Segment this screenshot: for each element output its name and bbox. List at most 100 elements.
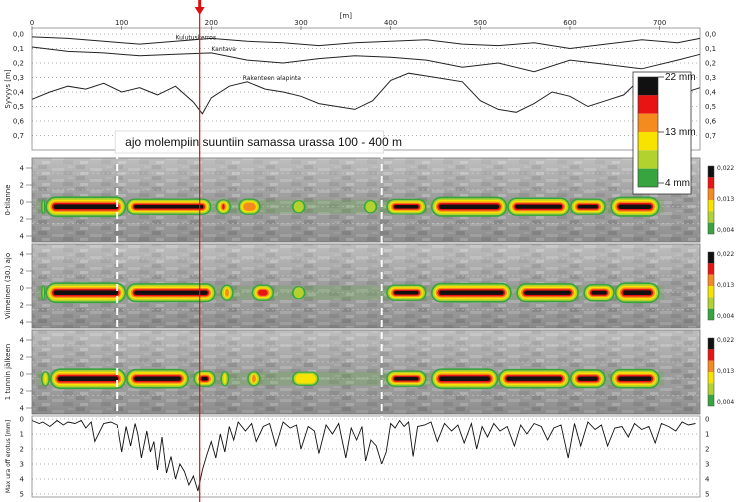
- y-tick-label: 0: [20, 285, 24, 293]
- colorbar-swatch: [708, 252, 714, 264]
- y-tick-label-right: 0,7: [705, 132, 716, 140]
- colorbar-swatch: [708, 383, 714, 395]
- colorbar-swatch: [708, 177, 714, 189]
- heat-mark: [57, 376, 119, 382]
- heat-mark: [618, 204, 652, 209]
- x-tick-label: 500: [474, 19, 487, 27]
- colorbar-swatch: [708, 338, 714, 350]
- y-tick-label: 0: [20, 199, 24, 207]
- heat-mark: [251, 374, 256, 383]
- colorbar-tick-label: 0,022: [717, 251, 734, 258]
- heat-mark: [506, 376, 562, 381]
- y-tick-label: 4: [20, 337, 25, 345]
- y-axis-label: Max ura off erotus [mm]: [5, 420, 12, 493]
- series-label: Kantava: [211, 46, 236, 53]
- colorbar-tick-label: 0,004: [717, 227, 734, 234]
- heat-mark: [591, 290, 607, 295]
- colorbar-tick-label: 0,013: [717, 368, 734, 375]
- rut-panel-frame: [31, 415, 701, 498]
- y-tick-label-right: 0: [705, 416, 709, 424]
- x-tick-label: 300: [294, 19, 307, 27]
- colorbar-tick-label: 0,013: [717, 196, 734, 203]
- y-tick-label-right: 2: [705, 446, 709, 454]
- x-axis-unit: [m]: [340, 12, 353, 20]
- heat-mark: [223, 373, 227, 384]
- y-tick-label-right: 0,1: [705, 45, 716, 53]
- y-tick-label: 4: [20, 165, 25, 173]
- heat-mark: [365, 201, 376, 213]
- legend-swatch: [638, 95, 658, 114]
- y-tick-label-right: 1: [705, 431, 709, 439]
- heat-mark: [42, 200, 44, 214]
- y-tick-label: 0,6: [13, 118, 25, 126]
- colorbar-swatch: [708, 166, 714, 178]
- colorbar-swatch: [708, 394, 714, 406]
- heat-mark: [222, 203, 225, 210]
- y-tick-label: 0: [20, 371, 24, 379]
- colorbar-swatch: [708, 286, 714, 298]
- y-tick-label-right: 0,5: [705, 103, 716, 111]
- heat-mark: [53, 290, 119, 296]
- y-tick-label: 0,4: [13, 89, 25, 97]
- y-tick-label-right: 0,2: [705, 60, 716, 68]
- y-tick-label-right: 5: [705, 491, 709, 499]
- heat-mark: [258, 289, 268, 296]
- chart-root: 0,0 0,0 0,1 0,1 0,2 0,2 0,3 0,3 0,4 0,4 0,5 0,5 0,6 0…: [0, 0, 740, 502]
- y-tick-label: 4: [20, 476, 25, 484]
- heat-mark: [515, 204, 562, 209]
- legend-label: 4 mm: [665, 178, 690, 189]
- heat-mark: [439, 290, 504, 295]
- colorbar-tick-label: 0,004: [717, 313, 734, 320]
- legend-swatch: [638, 168, 658, 187]
- heat-mark: [394, 376, 419, 381]
- y-tick-label: 0,5: [13, 103, 24, 111]
- y-tick-label: 0,2: [13, 60, 24, 68]
- colorbar-swatch: [708, 349, 714, 361]
- heat-mark: [134, 204, 204, 209]
- y-tick-label: 2: [20, 216, 24, 224]
- y-tick-label-right: 0,4: [705, 89, 717, 97]
- y-tick-label: 0: [20, 416, 24, 424]
- y-tick-label: 3: [20, 461, 24, 469]
- y-tick-label: 0,0: [13, 31, 24, 39]
- heat-mark: [295, 373, 316, 384]
- y-tick-label-right: 4: [705, 476, 710, 484]
- y-axis-label: 0-tilanne: [4, 184, 12, 215]
- colorbar-swatch: [708, 263, 714, 275]
- series-label: Kulutuskerros: [175, 34, 216, 41]
- x-tick-label: 400: [384, 19, 397, 27]
- rut-heatmap-panels: 4 2 0 2 4 0-tilanne 0,022 0,013 0,004 4 2 0 2 4 Viimei…: [4, 157, 734, 415]
- legend-swatch: [638, 77, 658, 96]
- heat-mark: [243, 202, 256, 211]
- heat-mark: [577, 376, 598, 381]
- y-tick-label-right: 0,3: [705, 74, 716, 82]
- y-tick-label: 1: [20, 431, 24, 439]
- colorbar-swatch: [708, 372, 714, 384]
- x-axis: 0 100 200 300 400 500 600 700 [m]: [30, 12, 666, 30]
- heat-mark: [439, 376, 491, 382]
- heat-mark: [134, 376, 181, 381]
- colorbar-tick-label: 0,004: [717, 399, 734, 406]
- legend-swatch: [638, 150, 658, 169]
- colorbar-swatch: [708, 200, 714, 212]
- heat-mark: [293, 201, 304, 213]
- heat-mark: [225, 288, 229, 297]
- legend-label: 13 mm: [665, 127, 696, 138]
- series-label: Rakenteen alapinta: [243, 75, 302, 82]
- colorbar-swatch: [708, 297, 714, 309]
- heat-mark: [618, 376, 652, 381]
- y-axis-label: Syvyys [m]: [4, 69, 12, 108]
- chart-svg: 0,0 0,0 0,1 0,1 0,2 0,2 0,3 0,3 0,4 0,4 0,5 0,5 0,6 0…: [4, 0, 734, 502]
- rut-difference-panel: 0 0 1 1 2 2 3 3 4 4 5 5 Max ura off erotus [mm]: [5, 416, 710, 499]
- y-axis-label: Viimeinen (30.) ajo: [4, 253, 12, 319]
- x-tick-label: 700: [653, 19, 666, 27]
- heat-mark: [53, 204, 119, 210]
- x-tick-label: 0: [30, 19, 34, 27]
- annotation-text: ajo molempiin suuntiin samassa urassa 10…: [125, 135, 402, 149]
- y-tick-label: 4: [20, 233, 25, 241]
- colorbar-swatch: [708, 222, 714, 234]
- heat-mark: [577, 204, 598, 209]
- color-legend: 22 mm 13 mm 4 mm: [632, 71, 696, 195]
- y-tick-label-right: 0,0: [705, 31, 716, 39]
- y-tick-label: 2: [20, 182, 24, 190]
